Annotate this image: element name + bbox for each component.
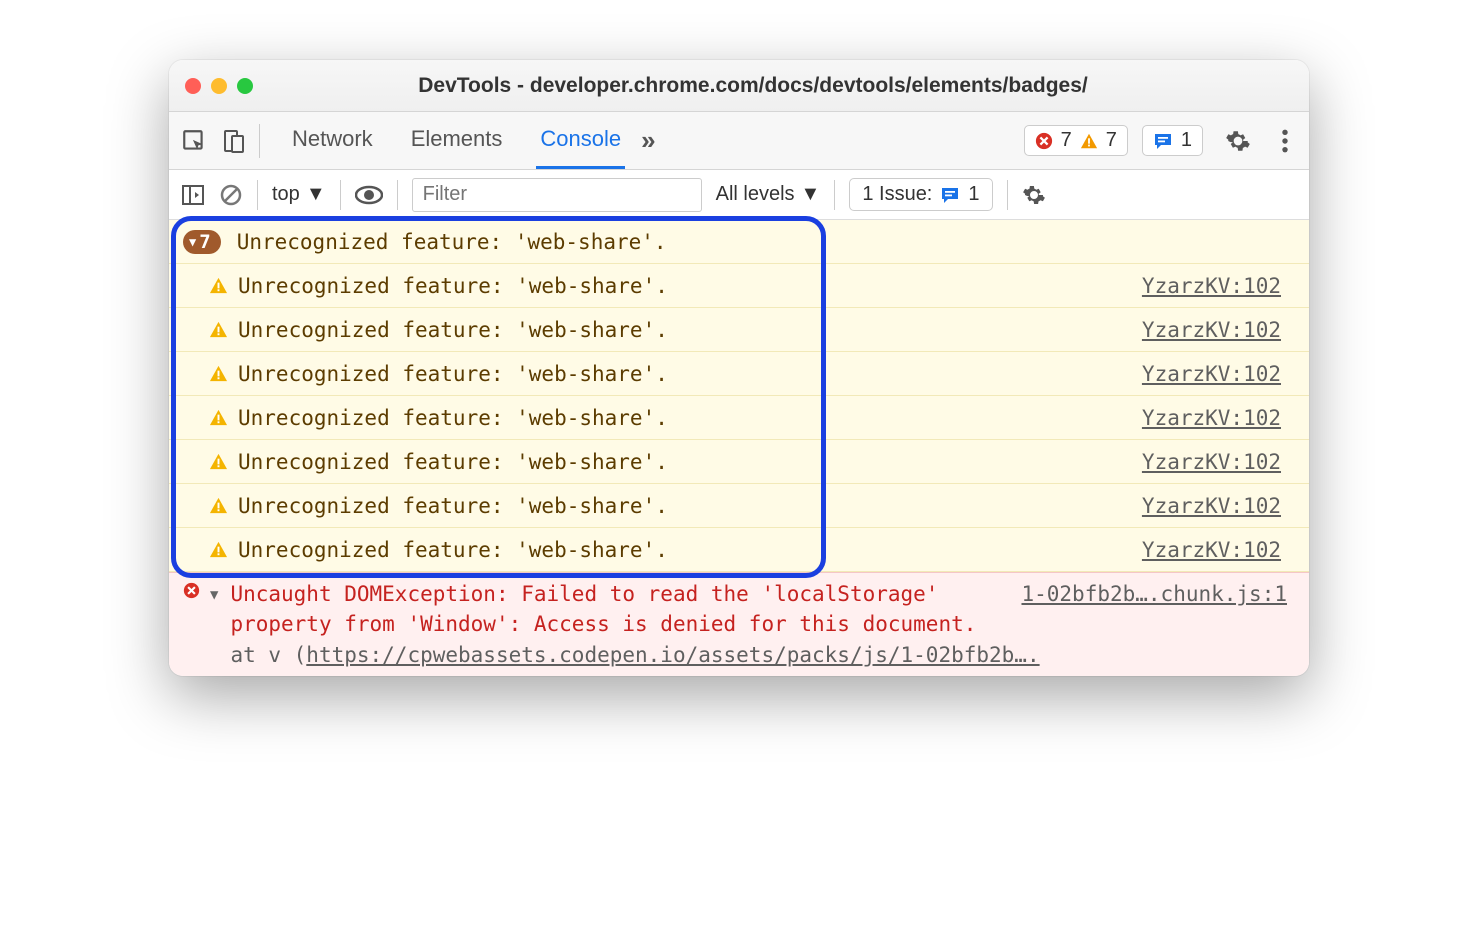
close-window-button[interactable] [185,78,201,94]
warning-entry[interactable]: Unrecognized feature: 'web-share'. YzarzK… [169,528,1309,572]
more-options-icon[interactable] [1273,128,1297,154]
warning-entry[interactable]: Unrecognized feature: 'web-share'. YzarzK… [169,396,1309,440]
source-link[interactable]: YzarzKV:102 [1142,538,1287,562]
levels-label: All levels [716,183,795,206]
error-count: 7 [1061,129,1072,152]
console-toolbar: top ▼ All levels ▼ 1 Issue: 1 [169,170,1309,220]
warning-icon [1080,132,1098,150]
tab-elements[interactable]: Elements [407,112,507,169]
filter-input[interactable] [412,178,702,212]
issues-count: 1 [968,183,979,206]
error-warning-counter[interactable]: 7 7 [1024,125,1128,156]
source-link[interactable]: YzarzKV:102 [1142,274,1287,298]
group-count-badge[interactable]: ▼ 7 [183,230,221,254]
tab-network[interactable]: Network [288,112,377,169]
source-link[interactable]: YzarzKV:102 [1142,406,1287,430]
main-toolbar: Network Elements Console » 7 7 1 [169,112,1309,170]
devtools-window: DevTools - developer.chrome.com/docs/dev… [169,60,1309,676]
group-count: 7 [199,231,210,253]
context-label: top [272,183,300,206]
message-count: 1 [1181,129,1192,152]
execution-context-selector[interactable]: top ▼ [272,183,326,206]
settings-icon[interactable] [1217,128,1259,154]
warning-icon [209,540,228,559]
warning-message: Unrecognized feature: 'web-share'. [237,230,667,254]
message-icon [1153,131,1173,151]
warning-message: Unrecognized feature: 'web-share'. [238,406,668,430]
warning-icon [209,452,228,471]
log-levels-selector[interactable]: All levels ▼ [716,183,821,206]
chevron-down-icon: ▼ [210,585,218,670]
warning-icon [209,276,228,295]
error-icon [183,582,200,670]
warning-count: 7 [1106,129,1117,152]
issues-button[interactable]: 1 Issue: 1 [849,178,992,211]
error-stack: at v (https://cpwebassets.codepen.io/ass… [230,640,1287,670]
message-icon [940,185,960,205]
warning-message: Unrecognized feature: 'web-share'. [238,450,668,474]
chevron-down-icon: ▼ [189,235,196,249]
tab-console[interactable]: Console [536,112,625,169]
source-link[interactable]: YzarzKV:102 [1142,450,1287,474]
warning-icon [209,320,228,339]
error-message: Uncaught DOMException: Failed to read th… [230,579,1021,640]
warning-icon [209,364,228,383]
error-source-link[interactable]: 1-02bfb2b….chunk.js:1 [1021,579,1287,640]
warning-icon [209,408,228,427]
warning-entry[interactable]: Unrecognized feature: 'web-share'. YzarzK… [169,484,1309,528]
inspect-element-icon[interactable] [181,128,207,154]
window-titlebar: DevTools - developer.chrome.com/docs/dev… [169,60,1309,112]
warning-message: Unrecognized feature: 'web-share'. [238,318,668,342]
source-link[interactable]: YzarzKV:102 [1142,494,1287,518]
panel-tabs: Network Elements Console [288,112,625,169]
warning-entry[interactable]: Unrecognized feature: 'web-share'. YzarzK… [169,264,1309,308]
warning-icon [209,496,228,515]
more-tabs-icon[interactable]: » [639,125,657,156]
warning-message: Unrecognized feature: 'web-share'. [238,274,668,298]
source-link[interactable]: YzarzKV:102 [1142,318,1287,342]
console-sidebar-toggle-icon[interactable] [181,184,205,206]
issues-counter[interactable]: 1 [1142,125,1203,156]
window-title: DevTools - developer.chrome.com/docs/dev… [213,74,1293,98]
warning-message: Unrecognized feature: 'web-share'. [238,494,668,518]
console-settings-icon[interactable] [1022,183,1046,207]
warning-group-header[interactable]: ▼ 7 Unrecognized feature: 'web-share'. [169,220,1309,264]
error-entry[interactable]: ▼ Uncaught DOMException: Failed to read … [169,572,1309,676]
warning-entry[interactable]: Unrecognized feature: 'web-share'. YzarzK… [169,308,1309,352]
live-expression-icon[interactable] [355,185,383,205]
error-icon [1035,132,1053,150]
issues-label: 1 Issue: [862,183,932,206]
warning-message: Unrecognized feature: 'web-share'. [238,362,668,386]
device-toggle-icon[interactable] [221,128,245,154]
warning-message: Unrecognized feature: 'web-share'. [238,538,668,562]
chevron-down-icon: ▼ [801,183,821,206]
console-messages: ▼ 7 Unrecognized feature: 'web-share'. U… [169,220,1309,676]
warning-entry[interactable]: Unrecognized feature: 'web-share'. YzarzK… [169,440,1309,484]
warning-entry[interactable]: Unrecognized feature: 'web-share'. YzarzK… [169,352,1309,396]
chevron-down-icon: ▼ [306,183,326,206]
stack-link[interactable]: https://cpwebassets.codepen.io/assets/pa… [306,643,1039,667]
clear-console-icon[interactable] [219,183,243,207]
source-link[interactable]: YzarzKV:102 [1142,362,1287,386]
